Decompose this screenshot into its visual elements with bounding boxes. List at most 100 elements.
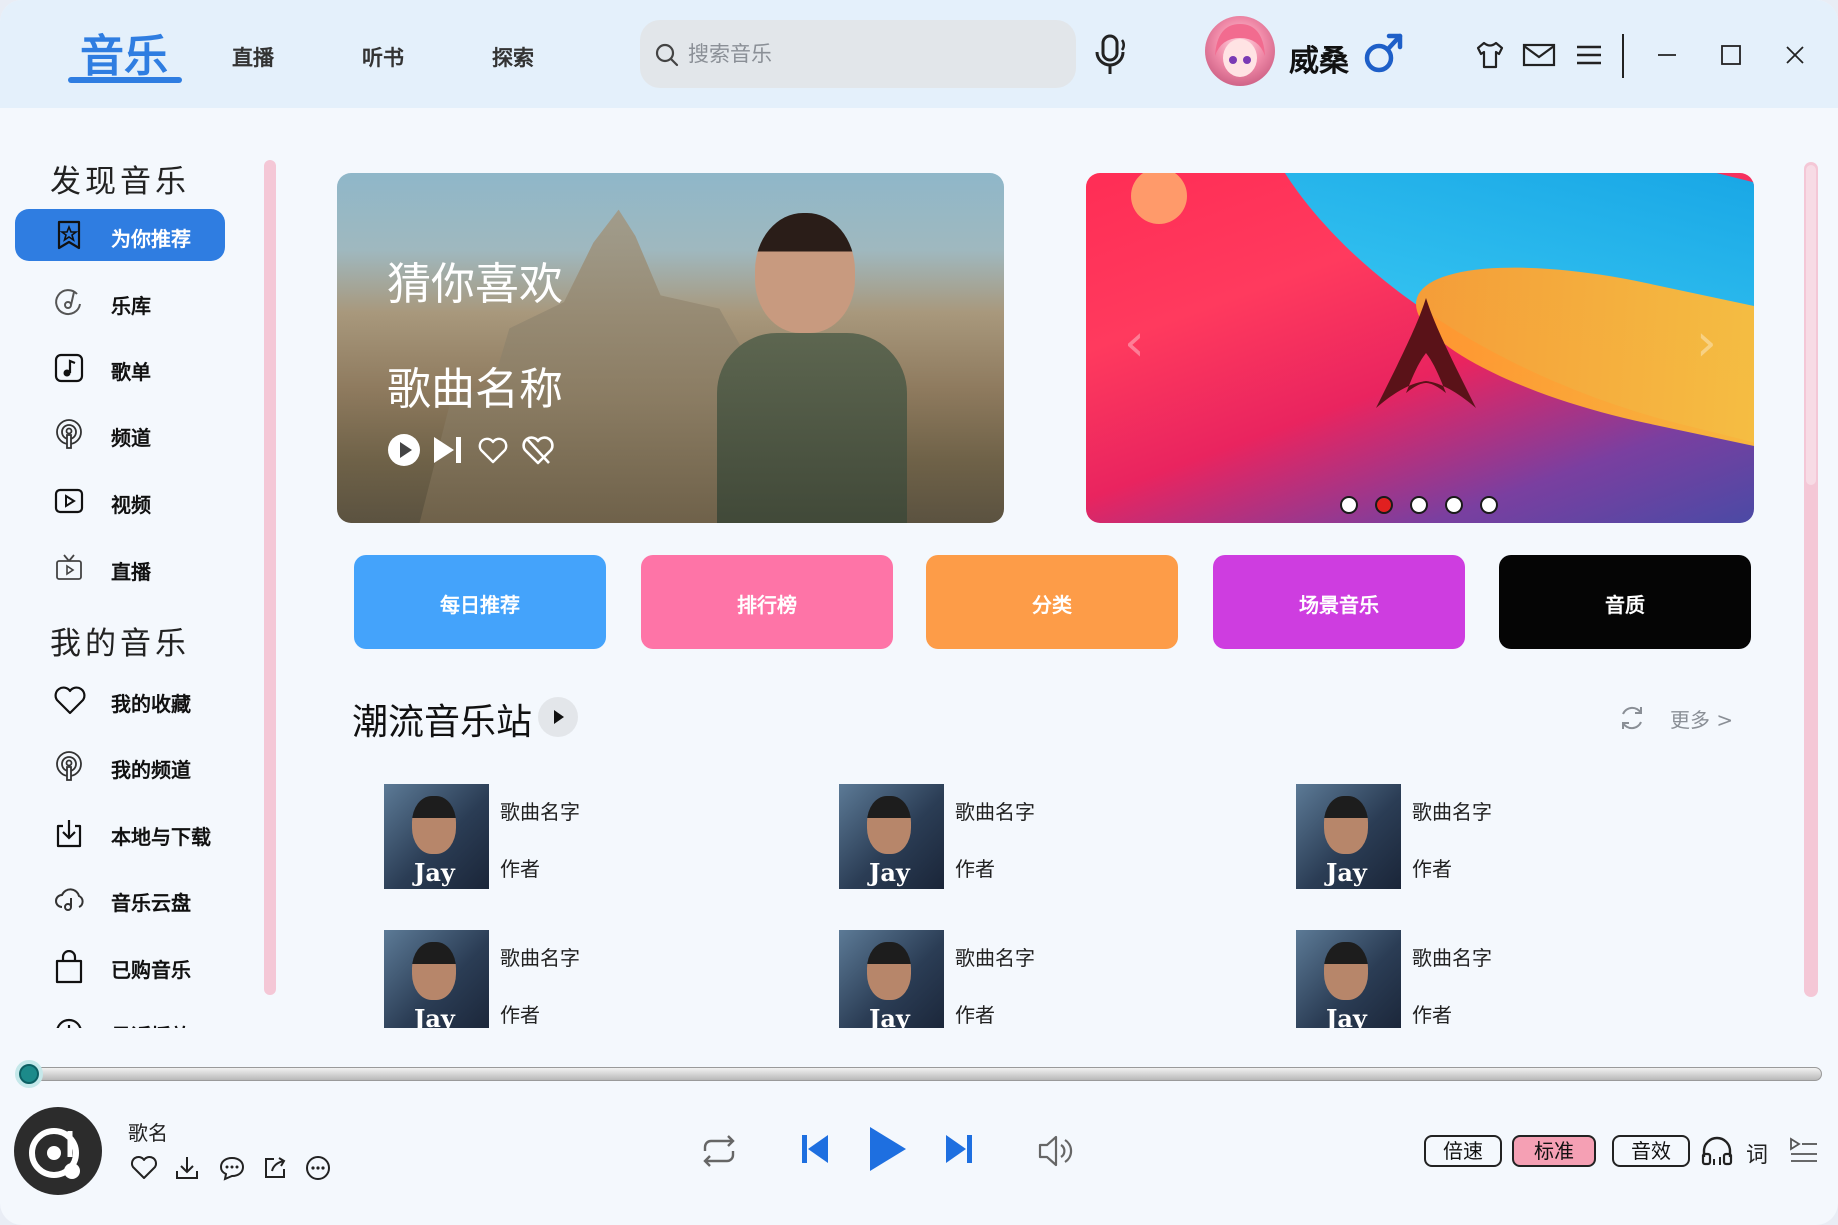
nav-tab-music[interactable]: 音乐 (80, 20, 168, 84)
refresh-icon[interactable] (1617, 703, 1647, 733)
song-card[interactable]: Jay 歌曲名字 作者 (839, 784, 1159, 894)
song-name: 歌曲名字 (1412, 946, 1492, 970)
username[interactable]: 威桑 (1289, 36, 1349, 80)
category-label: 排行榜 (737, 593, 797, 617)
sidebar-item-purchased[interactable]: 已购音乐 (15, 940, 225, 992)
video-icon (54, 488, 84, 514)
podcast-icon (56, 751, 82, 781)
search-box[interactable] (640, 20, 1076, 88)
song-artist: 作者 (955, 857, 995, 881)
user-avatar[interactable] (1205, 16, 1275, 86)
previous-track-icon[interactable] (800, 1131, 830, 1167)
mail-icon[interactable] (1522, 42, 1556, 68)
sidebar-item-live[interactable]: 直播 (15, 542, 225, 594)
carousel-prev-icon[interactable]: ‹ (1124, 313, 1145, 373)
song-grid: Jay 歌曲名字 作者 Jay 歌曲名字 作者 Jay 歌曲名字 作者 Jay … (300, 770, 1800, 1028)
headphones-icon[interactable] (1700, 1135, 1734, 1167)
vinyl-note-icon (29, 1128, 80, 1179)
heart-icon[interactable] (130, 1155, 158, 1181)
carousel-dot[interactable] (1340, 496, 1358, 514)
sidebar-item-label: 已购音乐 (111, 958, 191, 982)
lyrics-button[interactable]: 词 (1746, 1137, 1768, 1169)
minimize-icon[interactable] (1656, 44, 1678, 66)
next-track-icon[interactable] (944, 1131, 974, 1167)
song-card[interactable]: Jay 歌曲名字 作者 (839, 930, 1159, 1028)
cover-text: Jay (1326, 1004, 1367, 1028)
playlist-queue-icon[interactable] (1788, 1135, 1820, 1165)
play-icon (554, 710, 564, 724)
song-card[interactable]: Jay 歌曲名字 作者 (384, 930, 704, 1028)
search-icon (655, 43, 679, 67)
scene-music-button[interactable]: 场景音乐 (1213, 555, 1465, 649)
carousel-dot-active[interactable] (1375, 496, 1393, 514)
playback-progress-bar[interactable] (22, 1067, 1822, 1081)
nav-tab-live[interactable]: 直播 (232, 42, 274, 72)
carousel-next-icon[interactable]: › (1696, 313, 1717, 373)
play-circle-icon[interactable] (387, 433, 421, 467)
carousel-banner[interactable]: ‹ › (1086, 173, 1754, 523)
carousel-dot[interactable] (1480, 496, 1498, 514)
album-cover: Jay (1296, 930, 1401, 1028)
song-artist: 作者 (955, 1003, 995, 1027)
banner-heading: 猜你喜欢 (387, 259, 563, 310)
play-icon[interactable] (866, 1125, 908, 1173)
voice-search-icon[interactable] (1093, 32, 1133, 78)
song-card[interactable]: Jay 歌曲名字 作者 (384, 784, 704, 894)
daily-recommend-button[interactable]: 每日推荐 (354, 555, 606, 649)
album-cover: Jay (839, 784, 944, 889)
main-scrollbar-thumb[interactable] (1806, 165, 1816, 485)
dislike-heart-icon[interactable] (521, 433, 555, 467)
cover-text: Jay (1326, 858, 1367, 887)
carousel-dot[interactable] (1410, 496, 1428, 514)
charts-button[interactable]: 排行榜 (641, 555, 893, 649)
heart-icon (54, 686, 86, 715)
categories-button[interactable]: 分类 (926, 555, 1178, 649)
maximize-icon[interactable] (1720, 44, 1742, 66)
sidebar-item-favorites[interactable]: 我的收藏 (15, 674, 225, 726)
sound-effect-button[interactable]: 音效 (1612, 1135, 1690, 1167)
sidebar-item-library[interactable]: 乐库 (15, 276, 225, 328)
audio-quality-button[interactable]: 音质 (1499, 555, 1751, 649)
section-title: 潮流音乐站 (352, 702, 533, 743)
more-options-icon[interactable] (305, 1155, 331, 1181)
sidebar-item-label: 频道 (111, 426, 151, 450)
sidebar-item-my-channel[interactable]: 我的频道 (15, 740, 225, 792)
progress-handle[interactable] (15, 1060, 43, 1088)
carousel-dot[interactable] (1445, 496, 1463, 514)
sidebar-scrollbar[interactable] (264, 160, 276, 995)
sidebar-item-playlist[interactable]: 歌单 (15, 342, 225, 394)
song-card[interactable]: Jay 歌曲名字 作者 (1296, 784, 1616, 894)
section-play-button[interactable] (538, 697, 578, 737)
sidebar-item-channel[interactable]: 频道 (15, 408, 225, 460)
song-card[interactable]: Jay 歌曲名字 作者 (1296, 930, 1616, 1028)
sidebar-item-video[interactable]: 视频 (15, 475, 225, 527)
comment-icon[interactable] (218, 1155, 246, 1181)
next-track-icon[interactable] (432, 435, 464, 465)
download-icon[interactable] (174, 1155, 200, 1181)
sidebar-item-local-download[interactable]: 本地与下载 (15, 807, 225, 859)
sidebar-item-label: 乐库 (111, 294, 151, 318)
sound-quality-button[interactable]: 标准 (1512, 1135, 1596, 1167)
sidebar-item-cloud-drive[interactable]: 音乐云盘 (15, 873, 225, 925)
sidebar-item-recommend[interactable]: 为你推荐 (15, 209, 225, 261)
repeat-icon[interactable] (699, 1133, 739, 1169)
top-bar: 音乐 直播 听书 探索 威桑 (0, 0, 1838, 108)
nav-tab-explore[interactable]: 探索 (492, 42, 534, 72)
anime-avatar-icon (1215, 24, 1265, 77)
song-name: 歌曲名字 (500, 800, 580, 824)
more-link[interactable]: 更多 > (1670, 704, 1733, 733)
heart-icon[interactable] (477, 435, 509, 465)
playback-speed-button[interactable]: 倍速 (1424, 1135, 1502, 1167)
now-playing-disc[interactable] (14, 1107, 102, 1195)
song-artist: 作者 (1412, 1003, 1452, 1027)
menu-icon[interactable] (1574, 42, 1604, 68)
skin-tshirt-icon[interactable] (1474, 40, 1506, 70)
search-input[interactable] (688, 38, 1048, 70)
close-icon[interactable] (1784, 44, 1806, 66)
sidebar-item-recent[interactable]: 最近播放 (15, 1006, 225, 1028)
volume-icon[interactable] (1036, 1131, 1076, 1171)
nav-tab-audiobook[interactable]: 听书 (362, 42, 404, 72)
recommend-banner[interactable]: 猜你喜欢 歌曲名称 (337, 173, 1004, 523)
album-cover: Jay (1296, 784, 1401, 889)
share-icon[interactable] (262, 1155, 288, 1181)
